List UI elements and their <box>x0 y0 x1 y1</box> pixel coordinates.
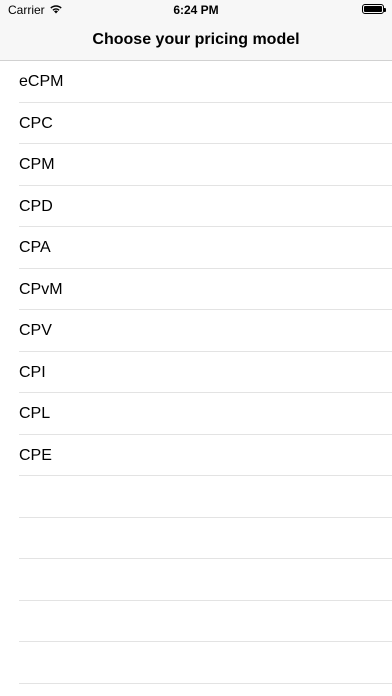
empty-row <box>0 476 392 518</box>
list-item-label: CPC <box>19 114 53 132</box>
list-item[interactable]: CPI <box>0 352 392 394</box>
nav-bar: Choose your pricing model <box>0 20 392 61</box>
list-item[interactable]: CPV <box>0 310 392 352</box>
empty-row <box>0 518 392 560</box>
list-item[interactable]: CPvM <box>0 269 392 311</box>
battery-tip <box>384 7 386 12</box>
list-item[interactable]: CPC <box>0 103 392 145</box>
list-item-label: CPA <box>19 239 51 256</box>
list-item[interactable]: CPE <box>0 435 392 477</box>
list-item[interactable]: CPM <box>0 144 392 186</box>
list-item-label: CPE <box>19 446 52 464</box>
list-item-label: CPV <box>19 322 52 339</box>
list-item[interactable]: eCPM <box>0 61 392 103</box>
status-time: 6:24 PM <box>173 3 219 17</box>
empty-row <box>0 601 392 643</box>
pricing-model-list: eCPM CPC CPM CPD CPA CPvM CPV CPI CPL CPE <box>0 61 392 684</box>
list-item[interactable]: CPL <box>0 393 392 435</box>
list-item-label: CPM <box>19 156 55 173</box>
list-item[interactable]: CPA <box>0 227 392 269</box>
empty-row <box>0 559 392 601</box>
battery-icon <box>362 4 386 14</box>
list-item[interactable]: CPD <box>0 186 392 228</box>
empty-row <box>0 642 392 684</box>
list-item-label: eCPM <box>19 73 64 90</box>
page-title: Choose your pricing model <box>92 31 300 48</box>
list-item-label: CPD <box>19 197 53 215</box>
list-item-label: CPI <box>19 363 46 381</box>
status-right <box>362 4 386 14</box>
list-item-label: CPL <box>19 405 51 422</box>
battery-fill <box>364 6 382 12</box>
list-item-label: CPvM <box>19 280 63 298</box>
status-bar: Carrier 6:24 PM <box>0 0 392 20</box>
